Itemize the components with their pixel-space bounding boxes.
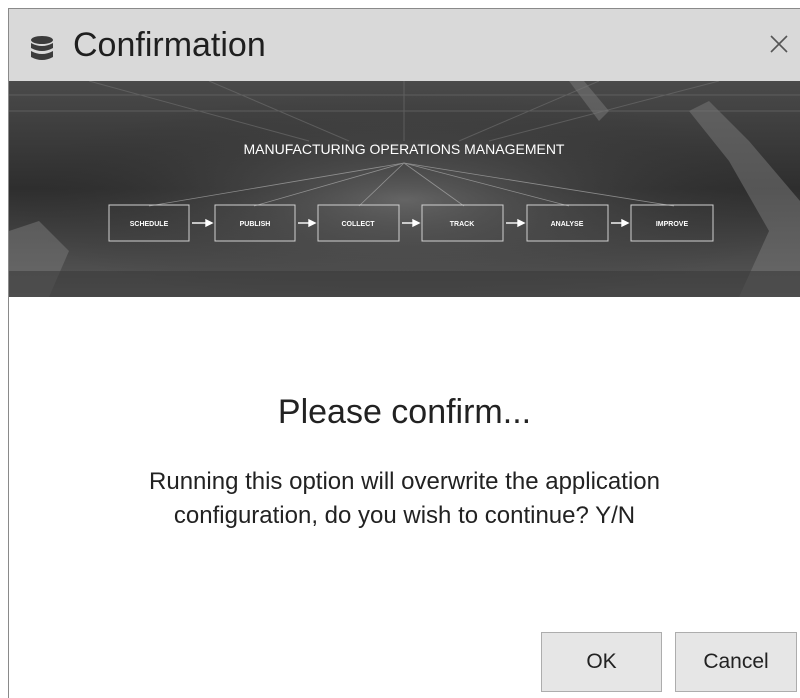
- confirm-heading: Please confirm...: [277, 393, 532, 431]
- confirm-message-line-1: Running this option will overwrite the a…: [149, 468, 660, 495]
- step-label: TRACK: [450, 221, 475, 228]
- step-label: PUBLISH: [240, 221, 271, 228]
- cancel-button[interactable]: Cancel: [675, 632, 797, 692]
- confirmation-dialog: Confirmation MANUFACTURING OPERATIONS MA…: [8, 8, 800, 698]
- confirm-message: Running this option will overwrite the a…: [9, 465, 800, 533]
- confirm-message-line-2: configuration, do you wish to continue? …: [173, 502, 636, 529]
- manufacturing-banner-image: MANUFACTURING OPERATIONS MANAGEMENT SCHE…: [9, 81, 800, 297]
- step-label: SCHEDULE: [130, 221, 169, 228]
- banner-heading: MANUFACTURING OPERATIONS MANAGEMENT: [244, 141, 565, 157]
- step-label: IMPROVE: [656, 221, 689, 228]
- step-label: COLLECT: [341, 221, 375, 228]
- dialog-titlebar: Confirmation: [9, 9, 800, 81]
- database-icon: [31, 36, 53, 60]
- dialog-title: Confirmation: [73, 26, 266, 64]
- ok-button[interactable]: OK: [541, 632, 662, 692]
- factory-banner-illustration: MANUFACTURING OPERATIONS MANAGEMENT SCHE…: [9, 81, 800, 297]
- close-icon[interactable]: [768, 33, 790, 55]
- step-label: ANALYSE: [551, 221, 584, 228]
